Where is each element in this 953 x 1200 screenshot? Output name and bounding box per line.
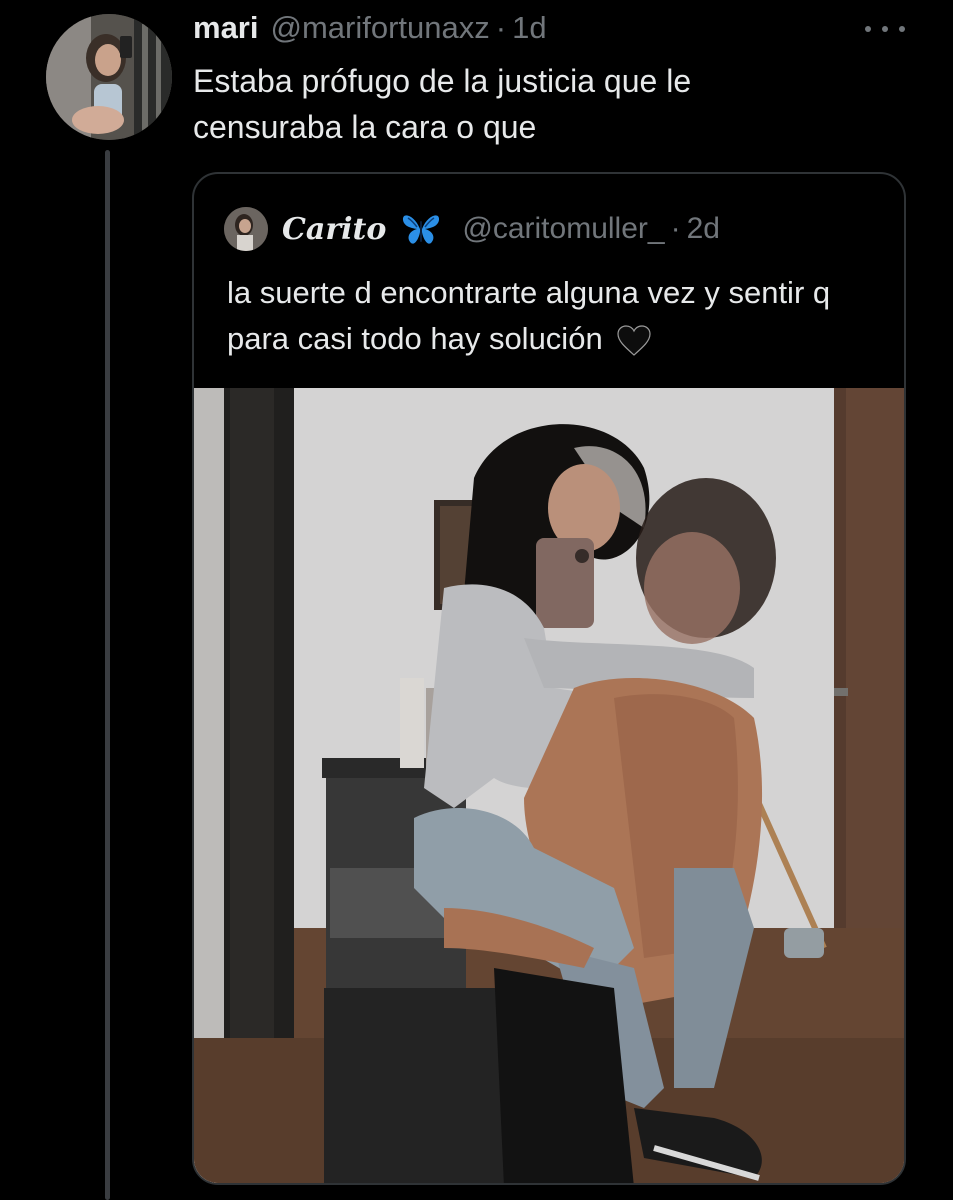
blue-butterfly-icon — [403, 215, 440, 244]
author-name[interactable]: mari — [193, 10, 258, 46]
thread-connector-line — [105, 150, 110, 1200]
quoted-tweet-photo[interactable] — [194, 388, 904, 1183]
tweet-timestamp[interactable]: 1d — [512, 10, 546, 46]
quoted-author-handle: @caritomuller_ — [462, 212, 665, 245]
more-dot — [882, 26, 888, 32]
black-heart-icon — [617, 325, 651, 356]
author-handle[interactable]: @marifortunaxz — [270, 10, 489, 46]
quoted-tweet-header: Carito @caritomuller_ · 2d — [224, 204, 720, 254]
profile-photo-icon — [224, 207, 268, 251]
tweet-text: Estaba prófugo de la justicia que le cen… — [193, 63, 692, 145]
quoted-header-separator: · — [670, 212, 681, 245]
more-options-icon[interactable] — [865, 14, 905, 44]
more-dot — [899, 26, 905, 32]
author-avatar[interactable] — [46, 14, 172, 140]
header-separator: · — [495, 10, 507, 45]
quoted-tweet-text: la suerte d encontrarte alguna vez y sen… — [227, 275, 831, 356]
more-dot — [865, 26, 871, 32]
tweet: mari @marifortunaxz · 1d Estaba prófugo … — [0, 0, 953, 1200]
quoted-author-avatar — [224, 207, 268, 251]
quoted-tweet[interactable]: Carito @caritomuller_ · 2d la suerte d e… — [192, 172, 906, 1185]
photo-image — [194, 388, 904, 1183]
quoted-author-name: Carito — [282, 211, 387, 247]
quoted-tweet-text-block: la suerte d encontrarte alguna vez y sen… — [227, 270, 887, 362]
tweet-header: mari @marifortunaxz · 1d — [193, 10, 547, 54]
profile-photo-icon — [46, 14, 172, 140]
quoted-tweet-timestamp: 2d — [686, 212, 720, 245]
